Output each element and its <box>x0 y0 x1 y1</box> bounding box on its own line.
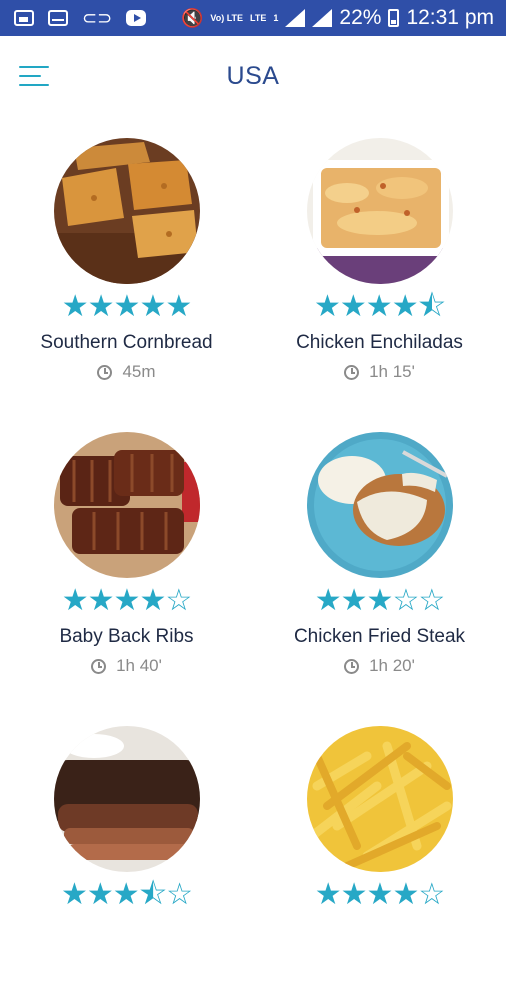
recipe-image <box>54 726 200 872</box>
star-half-icon: ⯪ <box>417 290 446 323</box>
rating-stars: ★★★★☆ <box>253 878 506 912</box>
star-full-icon: ★ <box>314 584 342 617</box>
mute-icon: 🔇 <box>180 8 204 28</box>
clock-icon <box>97 364 113 380</box>
recipe-time-value: 1h 20' <box>369 656 415 675</box>
recipe-card-chicken-fried-steak[interactable]: ★★★☆☆ Chicken Fried Steak 1h 20' <box>253 410 506 704</box>
battery-icon <box>388 9 400 27</box>
recipe-time: 1h 20' <box>253 656 506 676</box>
rating-stars: ★★★★★ <box>0 290 253 324</box>
star-empty-icon: ☆ <box>165 584 192 617</box>
hamburger-menu-icon[interactable] <box>19 66 49 86</box>
star-full-icon: ★ <box>339 290 367 323</box>
volte-indicator: Vo) LTE <box>210 12 244 23</box>
recipe-image <box>54 432 200 578</box>
network-type: LTE <box>250 12 267 23</box>
clock-icon <box>344 658 360 674</box>
status-bar: ⊂⊃ 🔇 Vo) LTE LTE 1 22% 12:31 pm <box>0 0 506 36</box>
star-full-icon: ★ <box>392 878 419 911</box>
youtube-icon <box>126 10 147 26</box>
clock-time: 12:31 pm <box>406 6 494 29</box>
star-full-icon: ★ <box>340 584 368 617</box>
clock-icon <box>344 364 360 380</box>
recipe-name: Baby Back Ribs <box>59 626 194 647</box>
star-full-icon: ★ <box>61 290 89 323</box>
star-full-icon: ★ <box>113 584 141 617</box>
star-full-icon: ★ <box>313 290 341 323</box>
star-full-icon: ★ <box>365 290 393 323</box>
star-empty-icon: ☆ <box>166 878 193 911</box>
clock-icon <box>91 658 107 674</box>
star-full-icon: ★ <box>113 290 141 323</box>
rating-stars: ★★★⯪☆ <box>0 878 253 912</box>
star-full-icon: ★ <box>366 878 394 911</box>
star-empty-icon: ☆ <box>418 878 445 911</box>
sim-indicator: 1 <box>273 12 279 23</box>
page-title: USA <box>226 61 280 90</box>
mail-icon <box>48 10 68 26</box>
recipe-time-value: 1h 40' <box>116 656 162 675</box>
star-empty-icon: ☆ <box>392 584 419 617</box>
star-full-icon: ★ <box>87 290 115 323</box>
recipe-time-value: 45m <box>122 362 156 381</box>
star-full-icon: ★ <box>112 878 140 911</box>
recipe-name: Chicken Enchiladas <box>296 332 463 353</box>
star-full-icon: ★ <box>87 584 115 617</box>
recipe-image <box>54 138 200 284</box>
recipe-time-value: 1h 15' <box>369 362 415 381</box>
signal-icon <box>285 9 306 27</box>
star-full-icon: ★ <box>60 878 88 911</box>
recipe-card-southern-cornbread[interactable]: ★★★★★ Southern Cornbread 45m <box>0 116 253 410</box>
star-full-icon: ★ <box>314 878 342 911</box>
star-full-icon: ★ <box>61 584 89 617</box>
recipe-time: 1h 15' <box>253 362 506 382</box>
recipe-image <box>307 138 453 284</box>
recipe-name: Southern Cornbread <box>40 332 213 353</box>
recipe-card-chicken-enchiladas[interactable]: ★★★★⯪ Chicken Enchiladas 1h 15' <box>253 116 506 410</box>
star-full-icon: ★ <box>391 290 419 323</box>
recipe-name: Chicken Fried Steak <box>293 626 466 647</box>
recipe-card-baby-back-ribs[interactable]: ★★★★☆ Baby Back Ribs 1h 40' <box>0 410 253 704</box>
star-full-icon: ★ <box>165 290 192 323</box>
signal-icon-2 <box>312 9 333 27</box>
rating-stars: ★★★★☆ <box>0 584 253 618</box>
star-full-icon: ★ <box>340 878 368 911</box>
app-bar: USA <box>0 36 506 116</box>
star-empty-icon: ☆ <box>418 584 445 617</box>
star-full-icon: ★ <box>366 584 394 617</box>
battery-percent: 22% <box>339 6 382 29</box>
recipe-time: 1h 40' <box>0 656 253 676</box>
star-full-icon: ★ <box>139 290 166 323</box>
link-icon: ⊂⊃ <box>82 8 113 28</box>
recipe-time: 45m <box>0 362 253 382</box>
recipe-card-fries[interactable]: ★★★★☆ <box>253 704 506 998</box>
gallery-icon <box>14 10 34 26</box>
recipe-card-brisket[interactable]: ★★★⯪☆ <box>0 704 253 998</box>
recipe-image <box>307 726 453 872</box>
star-half-icon: ⯪ <box>138 878 167 911</box>
star-full-icon: ★ <box>139 584 166 617</box>
system-icons: 🔇 Vo) LTE LTE 1 22% 12:31 pm <box>181 6 494 30</box>
notification-icons: ⊂⊃ <box>14 8 147 28</box>
rating-stars: ★★★★⯪ <box>253 290 506 324</box>
star-full-icon: ★ <box>86 878 114 911</box>
recipe-image <box>307 432 453 578</box>
rating-stars: ★★★☆☆ <box>253 584 506 618</box>
